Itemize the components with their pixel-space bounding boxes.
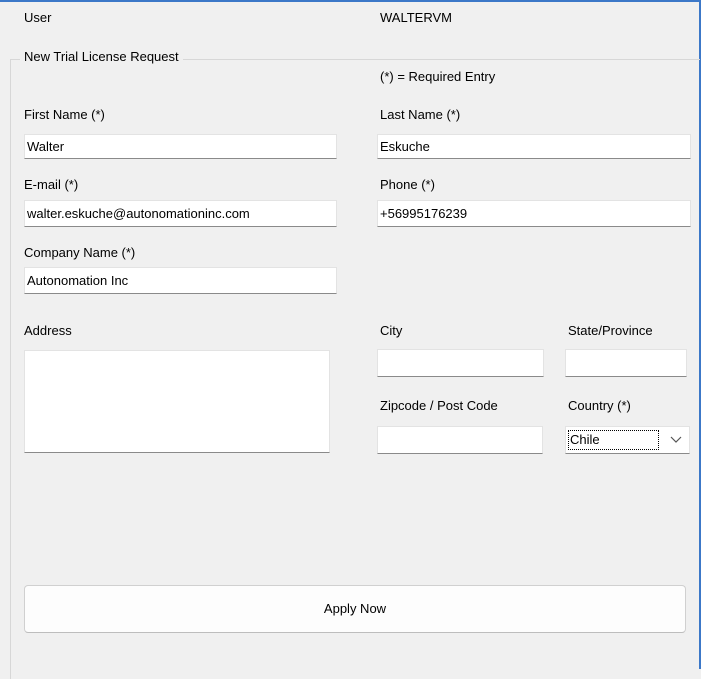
state-province-input[interactable] (565, 349, 687, 377)
user-label: User (24, 10, 52, 25)
last-name-label: Last Name (*) (380, 107, 461, 122)
phone-label: Phone (*) (380, 177, 435, 192)
country-label: Country (*) (568, 398, 631, 413)
user-value: WALTERVM (380, 10, 452, 25)
group-title: New Trial License Request (20, 49, 183, 65)
window-top-border (0, 0, 701, 2)
zipcode-input[interactable] (377, 426, 543, 454)
first-name-label: First Name (*) (24, 107, 105, 122)
city-label: City (380, 323, 403, 338)
state-province-label: State/Province (568, 323, 653, 338)
company-name-input[interactable] (24, 267, 337, 294)
required-note: (*) = Required Entry (380, 69, 496, 84)
email-label: E-mail (*) (24, 177, 79, 192)
city-input[interactable] (377, 349, 544, 377)
apply-now-button[interactable]: Apply Now (24, 585, 686, 633)
zipcode-label: Zipcode / Post Code (380, 398, 498, 413)
first-name-input[interactable] (24, 134, 337, 159)
country-selected-value: Chile (568, 430, 659, 450)
last-name-input[interactable] (377, 134, 691, 159)
country-select[interactable]: Chile (565, 426, 690, 454)
company-name-label: Company Name (*) (24, 245, 136, 260)
address-textarea[interactable] (24, 350, 330, 453)
phone-input[interactable] (377, 200, 691, 227)
address-label: Address (24, 323, 72, 338)
email-input[interactable] (24, 200, 337, 227)
chevron-down-icon[interactable] (669, 434, 683, 446)
